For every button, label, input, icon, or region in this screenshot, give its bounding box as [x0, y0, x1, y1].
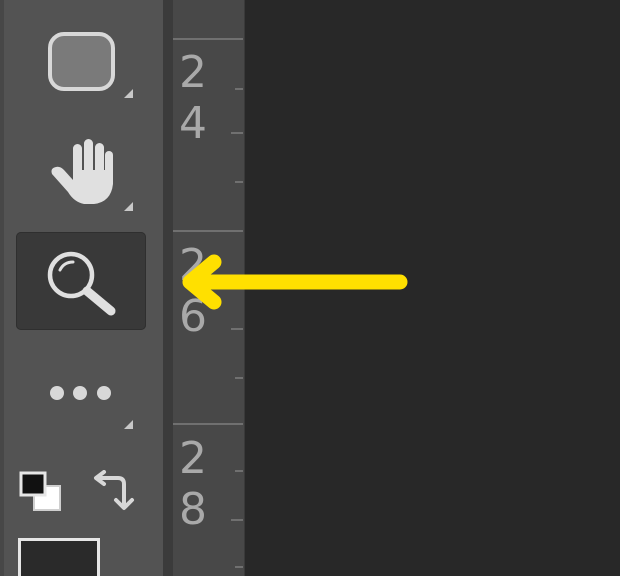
ruler-tick: [231, 132, 243, 134]
flyout-indicator-icon: [124, 89, 133, 98]
ruler-tick: [235, 181, 243, 183]
hand-tool-button[interactable]: [16, 122, 146, 220]
swap-colors-icon[interactable]: [90, 470, 140, 516]
foreground-color-swatch[interactable]: [18, 538, 100, 576]
panel-edge: [0, 0, 4, 576]
ruler-tick: [235, 377, 243, 379]
ruler-tick: [173, 423, 243, 425]
tools-panel: [0, 0, 163, 576]
magnifier-icon: [47, 251, 116, 316]
ruler-tick: [173, 230, 243, 232]
more-tools-button[interactable]: [16, 342, 146, 440]
zoom-tool-button[interactable]: [16, 232, 146, 330]
document-canvas[interactable]: [245, 0, 620, 576]
panel-divider: [163, 0, 173, 576]
default-colors-icon[interactable]: [18, 470, 64, 514]
ruler-label-digit: 2: [179, 433, 207, 484]
flyout-indicator-icon: [124, 202, 133, 211]
ruler-label-digit: 2: [179, 47, 207, 98]
ruler-tick: [235, 566, 243, 568]
ruler-tick: [231, 519, 243, 521]
flyout-indicator-icon: [124, 420, 133, 429]
ruler-tick: [173, 38, 243, 40]
ruler-tick: [231, 328, 243, 330]
ruler-label-digit: 4: [179, 98, 207, 149]
ruler-tick: [235, 88, 243, 90]
ruler-label-digit: 8: [179, 484, 207, 535]
ruler-label-digit: 2: [179, 240, 207, 291]
vertical-ruler: 2 4 2 6 2 8: [173, 0, 245, 576]
app-window: 2 4 2 6 2 8: [0, 0, 620, 576]
rectangle-tool-button[interactable]: [16, 12, 146, 110]
ruler-label-digit: 6: [179, 291, 207, 342]
ruler-tick: [235, 470, 243, 472]
ruler-tick: [235, 280, 243, 282]
